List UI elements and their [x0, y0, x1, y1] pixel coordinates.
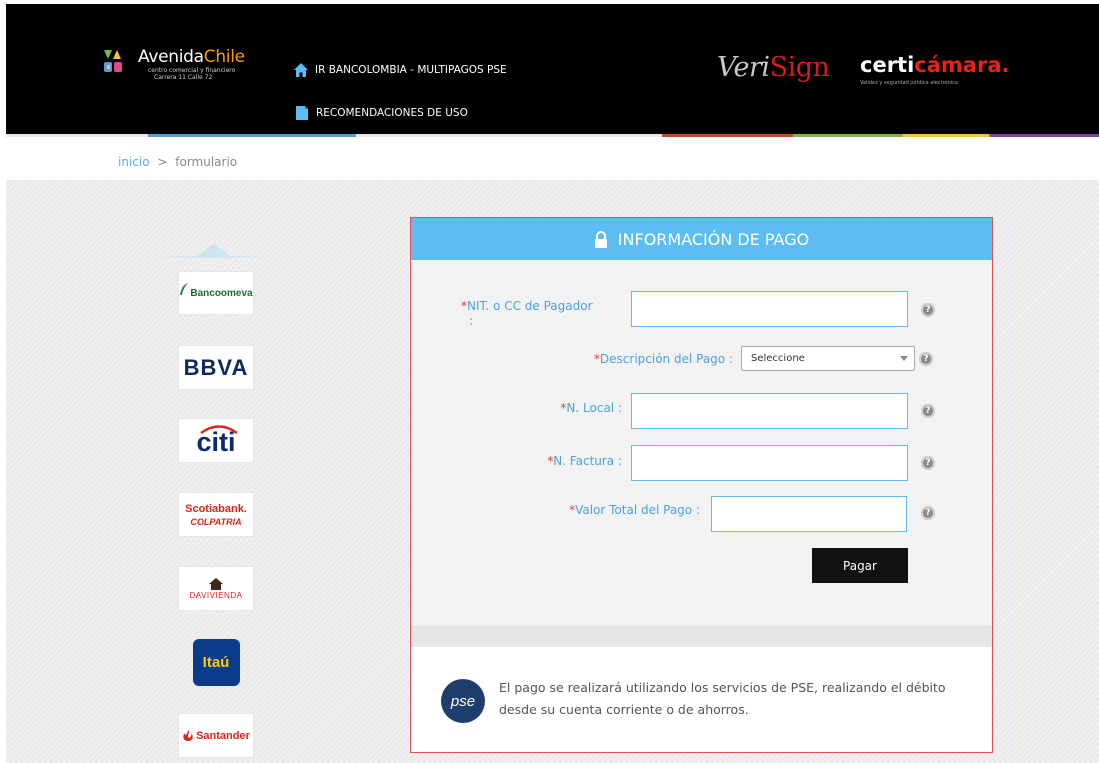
davivienda-house-icon	[209, 577, 223, 590]
select-value: Seleccione	[751, 353, 805, 364]
local-input[interactable]	[631, 393, 908, 429]
factura-label: *N. Factura :	[547, 454, 622, 468]
pse-logo: pse	[441, 679, 485, 723]
header-color-bar	[6, 134, 1099, 137]
local-label: *N. Local :	[560, 401, 622, 415]
itau-badge: Itaú	[192, 639, 240, 686]
nav-bancolombia-multipagos[interactable]: IR BANCOLOMBIA - MULTIPAGOS PSE	[293, 62, 507, 78]
document-icon	[296, 106, 308, 120]
bank-logo-scotiabank-colpatria[interactable]: Scotiabank. COLPATRIA	[178, 492, 254, 537]
santander-flame-icon	[183, 729, 193, 741]
nav-label: IR BANCOLOMBIA - MULTIPAGOS PSE	[315, 64, 507, 76]
bank-name-line1: Scotiabank.	[185, 502, 247, 515]
nit-label: *NIT. o CC de Pagador :	[461, 299, 593, 328]
pagar-button[interactable]: Pagar	[812, 548, 908, 583]
home-icon	[294, 63, 308, 77]
carousel-up-arrow-icon[interactable]	[197, 243, 231, 256]
nav-label: RECOMENDACIONES DE USO	[316, 107, 468, 119]
bancoomeva-leaf-icon	[180, 283, 189, 295]
valor-input[interactable]	[711, 496, 907, 532]
lock-icon	[594, 230, 607, 248]
help-icon-descripcion[interactable]: ?	[919, 352, 933, 366]
pse-notice-text: El pago se realizará utilizando los serv…	[499, 680, 946, 717]
nit-input[interactable]	[631, 291, 908, 327]
breadcrumb-current: formulario	[175, 155, 238, 169]
descripcion-select[interactable]: Seleccione	[741, 346, 915, 371]
card-header: INFORMACIÓN DE PAGO	[411, 218, 992, 260]
verisign-logo: VeriSign	[717, 52, 830, 83]
payment-form-card: INFORMACIÓN DE PAGO *NIT. o CC de Pagado…	[410, 217, 993, 753]
bank-logo-bbva[interactable]: BBVA	[178, 345, 254, 390]
breadcrumb-home-link[interactable]: inicio	[118, 155, 150, 169]
help-icon-nit[interactable]: ?	[921, 303, 935, 317]
bank-name-line2: COLPATRIA	[190, 516, 242, 527]
bank-name: Bancoomeva	[190, 287, 253, 299]
help-icon-local[interactable]: ?	[921, 404, 935, 418]
bank-name: DAVIVIENDA	[189, 590, 243, 600]
chevron-down-icon	[900, 356, 908, 361]
certicamara-logo: certicámara.	[860, 53, 1010, 77]
valor-label: *Valor Total del Pago :	[569, 503, 700, 517]
descripcion-label: *Descripción del Pago :	[593, 352, 733, 366]
help-icon-valor[interactable]: ?	[921, 506, 935, 520]
bank-name: Itaú	[202, 654, 230, 671]
breadcrumb-separator: >	[157, 155, 168, 169]
carousel-divider	[150, 256, 274, 258]
factura-input[interactable]	[631, 445, 908, 481]
bank-logo-davivienda[interactable]: DAVIVIENDA	[178, 566, 254, 611]
pse-logo-text: pse	[450, 692, 476, 710]
certicamara-tagline: Validez y seguridad jurídica electrónica	[860, 80, 958, 86]
nav-recomendaciones[interactable]: RECOMENDACIONES DE USO	[294, 105, 468, 121]
bank-name: Santander	[196, 729, 250, 742]
help-icon-factura[interactable]: ?	[921, 456, 935, 470]
bank-logo-santander[interactable]: Santander	[178, 713, 254, 758]
pse-notice-panel: pse El pago se realizará utilizando los …	[411, 647, 992, 752]
bank-logo-bancoomeva[interactable]: Bancoomeva	[178, 271, 254, 315]
citi-arc-icon	[200, 425, 238, 434]
bank-name: BBVA	[183, 354, 249, 380]
card-title: INFORMACIÓN DE PAGO	[617, 229, 810, 249]
bank-logo-citi[interactable]: citi	[178, 418, 254, 463]
card-separator	[411, 626, 992, 647]
breadcrumb: inicio > formulario	[118, 155, 237, 169]
bank-logo-itau[interactable]: Itaú	[178, 639, 254, 686]
brand-name: AvenidaChile	[138, 47, 245, 67]
brand-subtitle: centro comercial y financiero Carrera 11…	[148, 67, 236, 81]
brand-mark-icon	[104, 50, 122, 72]
